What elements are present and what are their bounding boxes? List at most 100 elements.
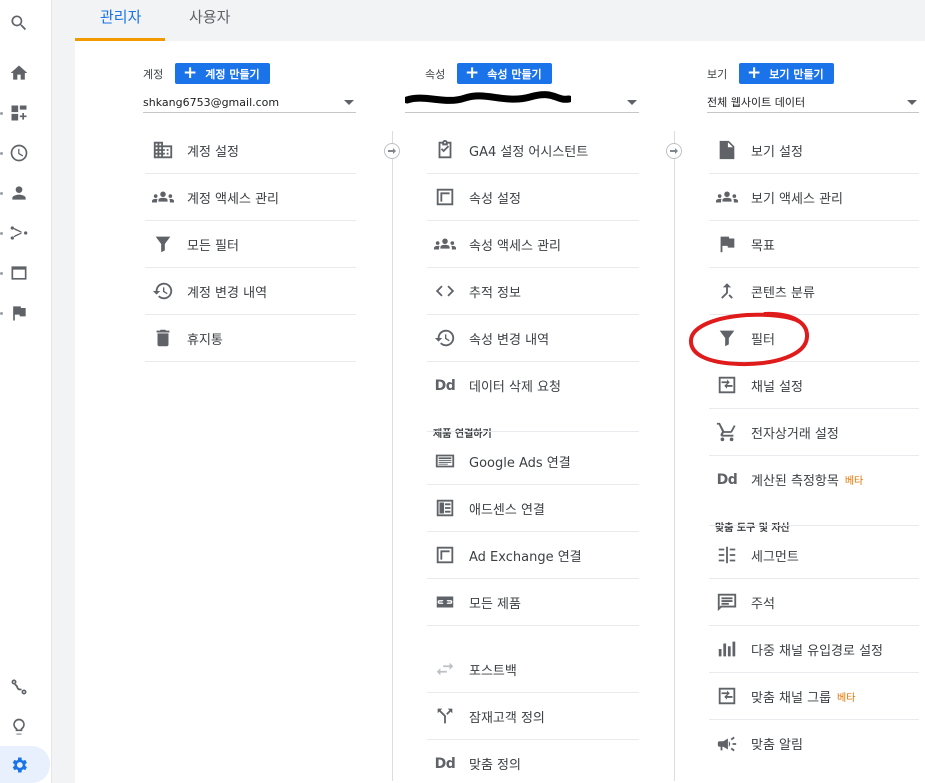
view-selector[interactable]: 전체 웹사이트 데이터 xyxy=(707,92,919,113)
arrow-right-icon xyxy=(384,143,400,159)
postback-item[interactable]: 포스트백 xyxy=(427,646,639,693)
cart-icon xyxy=(715,420,739,444)
property-change-history-item[interactable]: 속성 변경 내역 xyxy=(427,315,639,362)
account-column-label: 계정 xyxy=(143,68,164,81)
account-selector-value: shkang6753@gmail.com xyxy=(143,95,280,109)
create-view-button[interactable]: + 보기 만들기 xyxy=(739,63,834,84)
dd-icon: Dd xyxy=(434,377,456,394)
lightbulb-icon[interactable] xyxy=(4,712,34,742)
megaphone-icon xyxy=(715,732,739,756)
plus-icon: + xyxy=(747,63,762,83)
dashboard-icon[interactable] xyxy=(4,98,34,128)
property-settings-item[interactable]: 속성 설정 xyxy=(427,174,639,221)
people-icon xyxy=(433,232,457,256)
people-icon xyxy=(151,185,175,209)
fork-icon xyxy=(433,704,457,728)
account-filters-item[interactable]: 모든 필터 xyxy=(145,221,356,268)
channel-icon xyxy=(715,684,739,708)
flag-icon[interactable] xyxy=(4,298,34,328)
rail-dot xyxy=(0,152,3,155)
analytics-admin-window: 관리자 사용자 계정 + 계정 만들기 shkang6753@gmail.com… xyxy=(0,0,925,783)
ads-icon xyxy=(433,449,457,473)
trash-icon xyxy=(151,326,175,350)
account-trash-item[interactable]: 휴지통 xyxy=(145,315,356,362)
rail-dot xyxy=(0,192,3,195)
search-icon[interactable] xyxy=(4,8,34,38)
chevron-down-icon xyxy=(907,99,917,105)
view-column-label: 보기 xyxy=(707,68,728,81)
tab-users[interactable]: 사용자 xyxy=(189,6,230,27)
window-icon xyxy=(433,185,457,209)
google-ads-link-item[interactable]: Google Ads 연결 xyxy=(427,438,639,485)
adsense-icon xyxy=(433,496,457,520)
admin-tabs: 관리자 사용자 xyxy=(75,0,925,41)
adsense-link-item[interactable]: 애드센스 연결 xyxy=(427,485,639,532)
history-icon xyxy=(151,279,175,303)
create-account-button[interactable]: + 계정 만들기 xyxy=(175,63,270,84)
arrow-right-icon xyxy=(666,143,682,159)
custom-definitions-item[interactable]: Dd 맞춤 정의 xyxy=(427,740,639,783)
property-column-label: 속성 xyxy=(425,68,446,81)
create-property-button[interactable]: + 속성 만들기 xyxy=(457,63,552,84)
home-icon[interactable] xyxy=(4,58,34,88)
flag-icon xyxy=(715,232,739,256)
beta-badge: 베타 xyxy=(844,476,864,487)
view-access-item[interactable]: 보기 액세스 관리 xyxy=(709,174,919,221)
account-change-history-item[interactable]: 계정 변경 내역 xyxy=(145,268,356,315)
comment-icon xyxy=(715,590,739,614)
account-settings-item[interactable]: 계정 설정 xyxy=(145,127,356,174)
filter-icon xyxy=(715,326,739,350)
chevron-down-icon xyxy=(344,99,354,105)
admin-settings-button[interactable] xyxy=(0,746,50,783)
property-access-item[interactable]: 속성 액세스 관리 xyxy=(427,221,639,268)
ga4-setup-assistant-item[interactable]: GA4 설정 어시스턴트 xyxy=(427,127,639,174)
audience-definitions-item[interactable]: 잠재고객 정의 xyxy=(427,693,639,740)
content-grouping-item[interactable]: 콘텐츠 분류 xyxy=(709,268,919,315)
account-access-item[interactable]: 계정 액세스 관리 xyxy=(145,174,356,221)
ecommerce-settings-item[interactable]: 전자상거래 설정 xyxy=(709,409,919,456)
custom-alerts-item[interactable]: 맞춤 알림 xyxy=(709,720,919,767)
section-divider xyxy=(709,525,919,526)
clock-icon[interactable] xyxy=(4,138,34,168)
rail-dot xyxy=(0,312,3,315)
merge-icon xyxy=(715,279,739,303)
channel-settings-item[interactable]: 채널 설정 xyxy=(709,362,919,409)
custom-channel-grouping-item[interactable]: 맞춤 채널 그룹 베타 xyxy=(709,673,919,720)
admin-main-panel: 계정 + 계정 만들기 shkang6753@gmail.com 속성 + 속성… xyxy=(75,41,925,783)
redacted-scribble xyxy=(405,91,571,104)
plus-icon: + xyxy=(183,63,198,83)
goals-item[interactable]: 목표 xyxy=(709,221,919,268)
all-products-item[interactable]: 모든 제품 xyxy=(427,579,639,626)
channel-icon xyxy=(715,373,739,397)
building-icon xyxy=(151,138,175,162)
view-filters-item[interactable]: 필터 xyxy=(709,315,919,362)
left-nav-rail xyxy=(0,0,52,783)
column-divider xyxy=(674,131,675,781)
segment-icon xyxy=(715,543,739,567)
dd-icon: Dd xyxy=(434,755,456,772)
data-deletion-request-item[interactable]: Dd 데이터 삭제 요청 xyxy=(427,362,639,409)
link-icon xyxy=(433,590,457,614)
tracking-info-item[interactable]: 추적 정보 xyxy=(427,268,639,315)
gear-icon xyxy=(12,757,27,772)
account-selector[interactable]: shkang6753@gmail.com xyxy=(143,92,356,113)
person-icon[interactable] xyxy=(4,178,34,208)
view-settings-item[interactable]: 보기 설정 xyxy=(709,127,919,174)
discover-icon[interactable] xyxy=(4,672,34,702)
behavior-icon[interactable] xyxy=(4,258,34,288)
tab-admin[interactable]: 관리자 xyxy=(100,6,141,27)
acquisition-icon[interactable] xyxy=(4,218,34,248)
people-icon xyxy=(715,185,739,209)
calculated-metrics-item[interactable]: Dd 계산된 측정항목 베타 xyxy=(709,456,919,503)
beta-badge: 베타 xyxy=(837,692,856,704)
swap-icon xyxy=(433,657,457,681)
segments-item[interactable]: 세그먼트 xyxy=(709,532,919,579)
rail-dot xyxy=(0,112,3,115)
annotations-item[interactable]: 주석 xyxy=(709,579,919,626)
filter-icon xyxy=(151,232,175,256)
rail-dot xyxy=(0,232,3,235)
ad-exchange-link-item[interactable]: Ad Exchange 연결 xyxy=(427,532,639,579)
multi-channel-funnel-settings-item[interactable]: 다중 채널 유입경로 설정 xyxy=(709,626,919,673)
dd-icon: Dd xyxy=(716,471,738,488)
document-icon xyxy=(715,138,739,162)
